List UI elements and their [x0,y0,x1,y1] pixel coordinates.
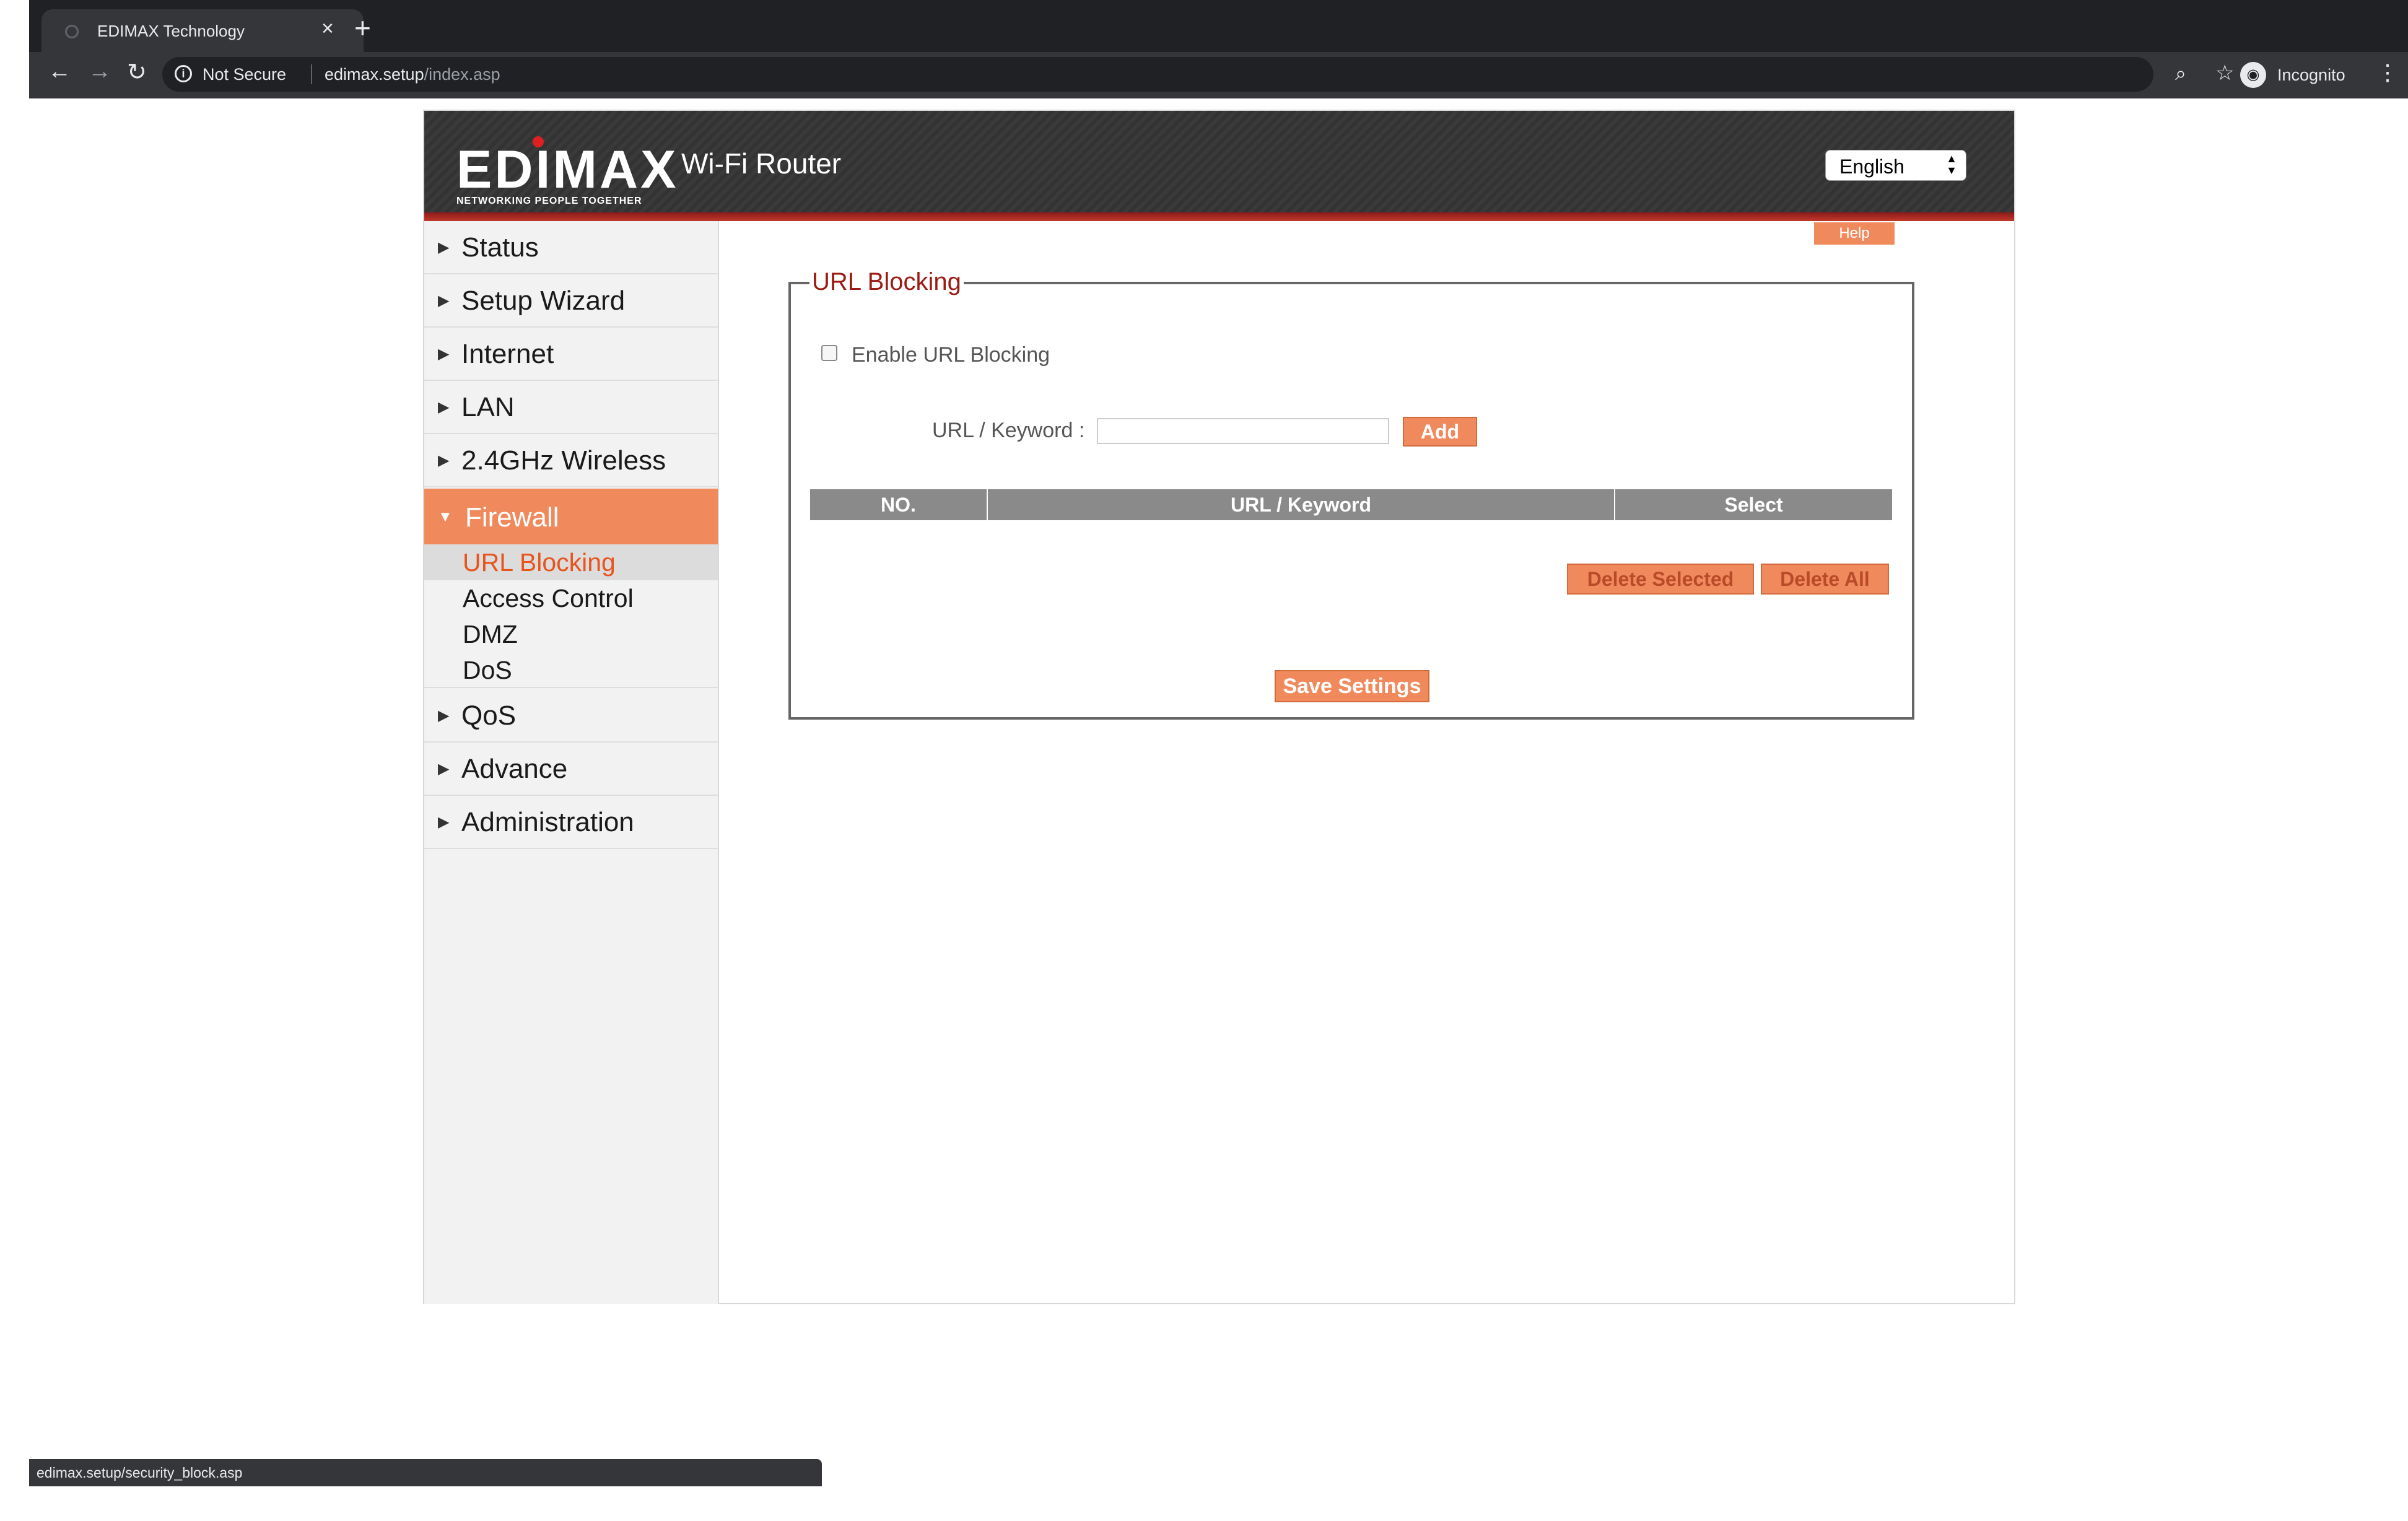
security-label[interactable]: Not Secure [203,65,286,84]
enable-url-blocking-checkbox[interactable] [821,345,837,361]
address-divider [311,64,312,84]
forward-arrow-icon[interactable]: → [88,58,111,85]
sidebar-item-wireless[interactable]: ▶ 2.4GHz Wireless [424,434,718,487]
triangle-right-icon: ▶ [438,292,450,309]
sidebar-subitem-label: DoS [463,656,512,684]
column-header-url-keyword: URL / Keyword [1231,494,1371,516]
save-settings-button[interactable]: Save Settings [1275,670,1429,702]
zoom-icon[interactable]: ⌕ [2175,62,2186,85]
sidebar-item-label: 2.4GHz Wireless [461,445,666,476]
sidebar-item-label: Status [461,232,539,263]
sidebar: ▶ Status ▶ Setup Wizard ▶ Internet ▶ LAN… [424,221,719,1304]
reload-icon[interactable]: ↻ [127,58,147,86]
sidebar-item-advance[interactable]: ▶ Advance [424,743,718,796]
new-tab-button[interactable]: + [354,11,371,45]
browser-chrome: EDIMAX Technology × + ← → ↻ i Not Secure… [29,0,2408,98]
add-button[interactable]: Add [1403,417,1477,447]
router-page: EDIMAX NETWORKING PEOPLE TOGETHER Wi-Fi … [423,110,2015,1304]
logo-dot [533,136,544,147]
sidebar-subitem-dmz[interactable]: DMZ [424,616,718,652]
profile-label: Incognito [2277,66,2345,84]
sidebar-item-label: Advance [461,754,568,784]
status-url: edimax.setup/security_block.asp [37,1465,243,1481]
language-select[interactable]: English ▲ ▼ [1825,150,1966,181]
sidebar-item-label: Firewall [465,502,559,533]
banner-red-stripe [424,212,2014,221]
link-status-bar: edimax.setup/security_block.asp [29,1459,822,1486]
triangle-right-icon: ▶ [438,239,450,256]
delete-all-button[interactable]: Delete All [1761,564,1889,595]
tab-title: EDIMAX Technology [97,22,245,40]
address-bar[interactable]: i Not Secure edimax.setup/index.asp ⌕ ☆ [162,57,2234,92]
url-host: edimax.setup [325,65,424,84]
table-header: NO. URL / Keyword Select [810,489,1892,520]
language-value: English [1839,155,1904,178]
select-arrows-icon: ▲ ▼ [1946,152,1957,177]
triangle-right-icon: ▶ [438,399,450,416]
sidebar-item-label: Setup Wizard [461,285,626,316]
sidebar-item-label: Internet [461,339,554,369]
url-path: /index.asp [424,65,500,84]
sidebar-item-administration[interactable]: ▶ Administration [424,796,718,849]
sidebar-item-firewall[interactable]: ▼ Firewall [424,489,718,544]
header-banner: EDIMAX NETWORKING PEOPLE TOGETHER Wi-Fi … [424,111,2014,221]
sidebar-item-label: QoS [461,700,517,731]
triangle-right-icon: ▶ [438,707,450,724]
product-name: Wi-Fi Router [681,147,842,180]
section-title: URL Blocking [809,268,964,296]
column-header-no: NO. [881,494,916,516]
triangle-right-icon: ▶ [438,760,450,777]
enable-url-blocking-label: Enable URL Blocking [852,343,1050,367]
keyword-input[interactable] [1097,418,1389,444]
browser-menu-icon[interactable]: ⋮ [2376,59,2399,85]
delete-selected-button[interactable]: Delete Selected [1567,564,1754,595]
sidebar-subitem-label: URL Blocking [463,548,616,577]
tab-strip: EDIMAX Technology × + [29,0,2408,52]
incognito-icon: ◉ [2240,62,2266,88]
sidebar-item-setup-wizard[interactable]: ▶ Setup Wizard [424,274,718,328]
info-icon[interactable]: i [175,65,192,82]
sidebar-subitem-dos[interactable]: DoS [424,652,718,688]
triangle-right-icon: ▶ [438,814,450,830]
edimax-logo: EDIMAX NETWORKING PEOPLE TOGETHER [456,136,679,207]
triangle-right-icon: ▶ [438,346,450,362]
triangle-down-icon: ▼ [438,508,453,525]
sidebar-subitem-access-control[interactable]: Access Control [424,580,718,616]
url-text[interactable]: edimax.setup/index.asp [325,65,500,84]
sidebar-item-label: LAN [461,392,515,422]
keyword-label: URL / Keyword : [932,419,1085,442]
sidebar-item-status[interactable]: ▶ Status [424,221,718,274]
browser-toolbar: ← → ↻ i Not Secure edimax.setup/index.as… [29,52,2408,98]
sidebar-item-lan[interactable]: ▶ LAN [424,381,718,434]
sidebar-subitem-label: Access Control [463,584,634,612]
help-button[interactable]: Help [1814,222,1895,245]
bookmark-star-icon[interactable]: ☆ [2215,61,2234,85]
sidebar-item-internet[interactable]: ▶ Internet [424,328,718,381]
triangle-right-icon: ▶ [438,452,450,469]
sidebar-subitem-url-blocking[interactable]: URL Blocking [424,544,718,580]
sidebar-item-qos[interactable]: ▶ QoS [424,689,718,743]
back-arrow-icon[interactable]: ← [48,58,71,85]
column-header-select: Select [1724,494,1783,516]
sidebar-subitem-label: DMZ [463,620,518,648]
sidebar-item-label: Administration [461,807,634,837]
logo-brand: EDIMAX [456,140,679,199]
close-tab-icon[interactable]: × [321,17,334,41]
globe-icon [65,25,79,38]
browser-tab[interactable]: EDIMAX Technology × [41,9,364,52]
